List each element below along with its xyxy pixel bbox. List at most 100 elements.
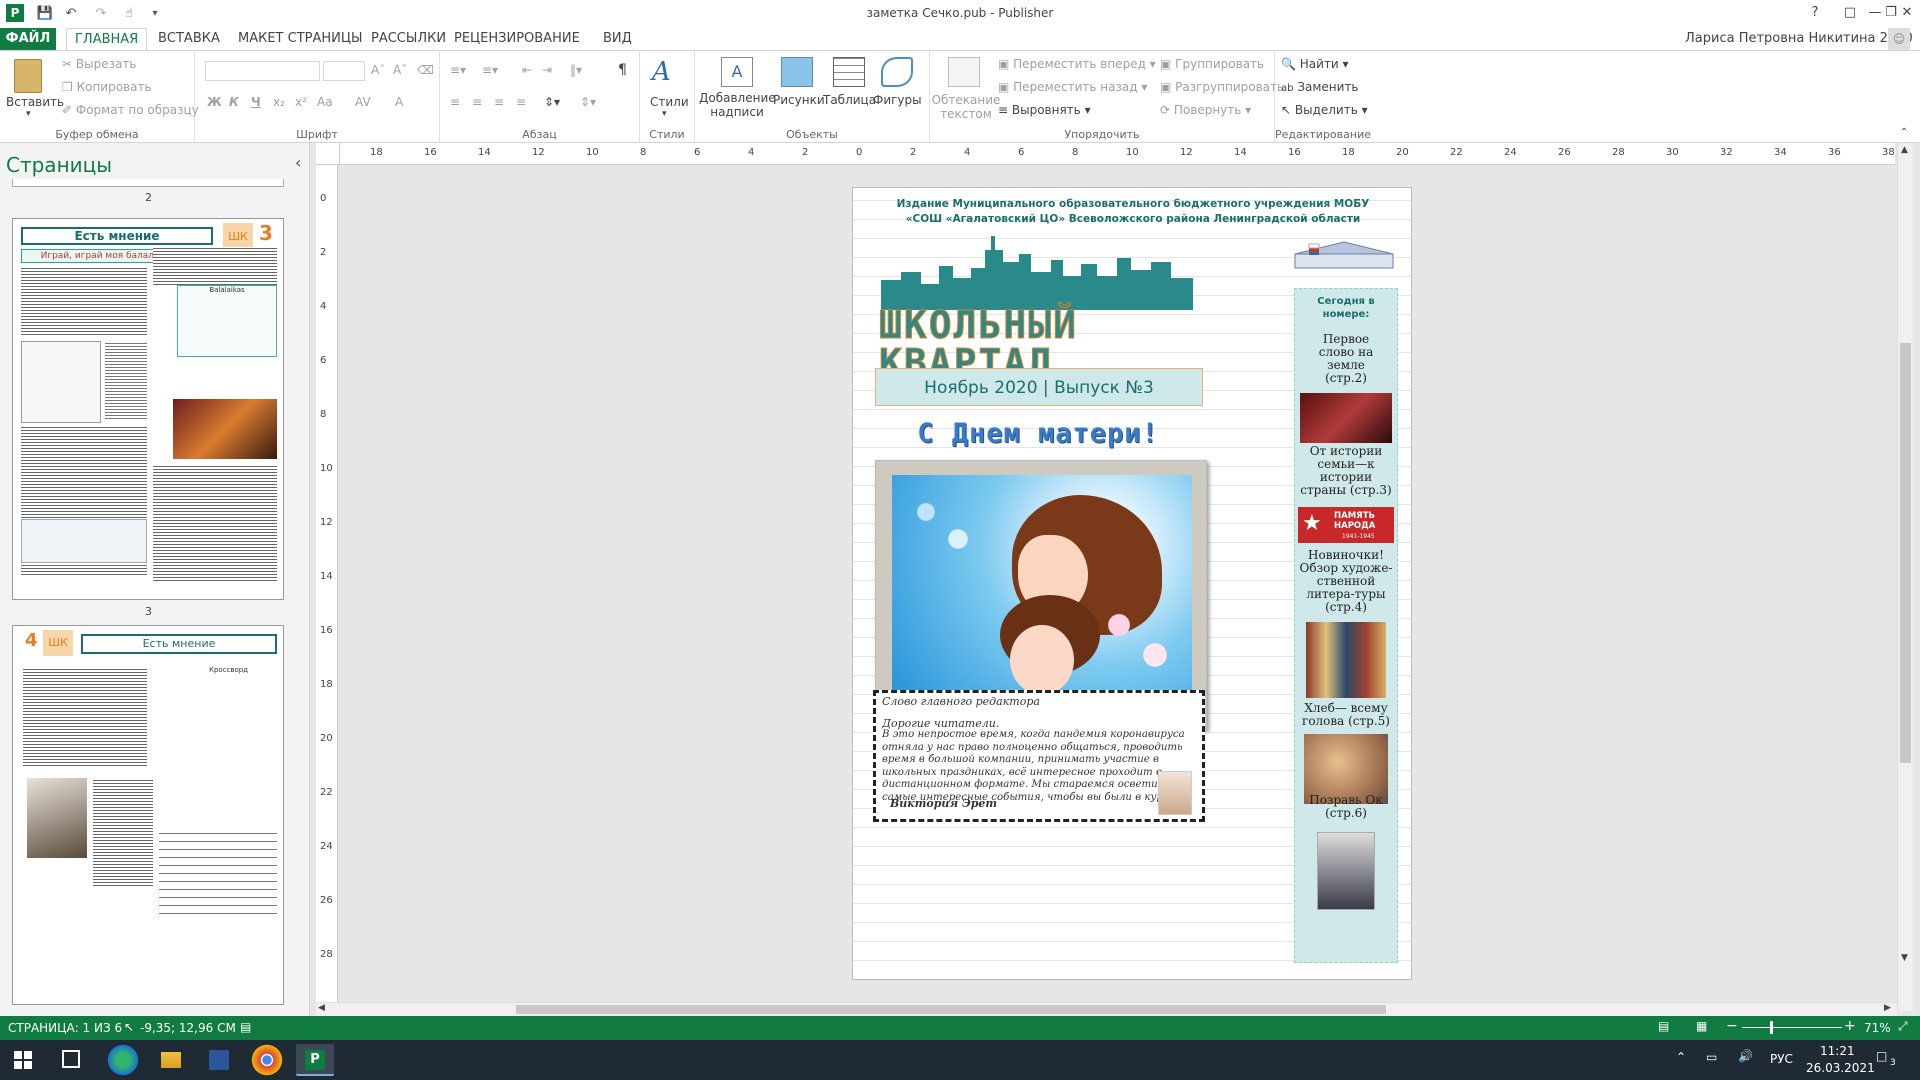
styles-dropdown-icon[interactable]: ▾ [662,109,667,119]
scroll-left-icon[interactable]: ◀ [318,1003,325,1013]
send-backward-button[interactable]: ▣ Переместить назад ▾ [998,80,1147,94]
task-view-icon[interactable] [62,1050,80,1068]
two-page-view-icon[interactable]: ▦ [1696,1019,1707,1033]
styles-button[interactable]: Стили [650,95,689,109]
vertical-scroll-thumb[interactable] [1900,343,1911,763]
page-thumbnail-4[interactable]: 4 ШК Есть мнение Кроссворд [12,625,284,1005]
horizontal-scroll-thumb[interactable] [516,1005,1386,1014]
horizontal-scrollbar[interactable]: ◀ ▶ [316,1002,1897,1016]
paragraph-spacing-icon[interactable]: ⇕▾ [580,95,596,109]
shrink-font-icon[interactable]: Aˇ [393,63,407,77]
select-button[interactable]: ↖ Выделить ▾ [1281,103,1368,117]
table-button[interactable]: Таблица [823,93,876,107]
zoom-slider[interactable] [1742,1027,1842,1028]
pictures-button[interactable]: Рисунки [773,93,825,107]
single-page-view-icon[interactable]: ▤ [1658,1019,1669,1033]
help-button[interactable]: ? [1800,0,1830,28]
notifications-icon[interactable]: □ [1876,1049,1887,1063]
increase-indent-icon[interactable]: ⇥ [542,63,552,77]
subscript-button[interactable]: x₂ [273,95,285,109]
horizontal-ruler[interactable]: 18 16 14 12 10 8 6 4 2 0 2 4 6 8 10 12 14 16 18 20 22 24 26 28 3… [340,143,1895,165]
grow-font-icon[interactable]: Aˆ [371,63,385,77]
show-formatting-button[interactable]: ¶ [618,62,627,78]
tab-home[interactable]: ГЛАВНАЯ [66,28,148,51]
add-textbox-button[interactable]: Добавление надписи [699,91,776,119]
volume-icon[interactable]: 🔊 [1738,1049,1753,1063]
user-avatar-icon[interactable]: ☺ [1888,28,1910,50]
ungroup-button[interactable]: ▣ Разгруппировать [1160,80,1284,94]
publisher-taskbar-icon[interactable]: P [296,1044,334,1076]
font-size-field[interactable] [323,61,365,81]
styles-icon[interactable]: A [652,57,671,87]
vertical-scrollbar[interactable]: ▲ ▼ [1897,143,1913,1011]
file-explorer-icon[interactable] [152,1044,190,1076]
superscript-button[interactable]: x² [295,95,307,109]
input-language[interactable]: РУС [1770,1052,1793,1066]
bold-button[interactable]: Ж [207,95,222,109]
line-spacing-icon[interactable]: ⇕▾ [544,95,560,109]
user-name[interactable]: Лариса Петровна Никитина 2020 [1685,31,1913,46]
tab-review[interactable]: РЕЦЕНЗИРОВАНИЕ [446,28,588,50]
paste-button[interactable]: Вставить [6,95,64,109]
zoom-out-icon[interactable]: − [1726,1018,1738,1034]
collapse-ribbon-icon[interactable]: ⌃ [1900,127,1908,138]
shapes-button[interactable]: Фигуры [873,93,922,107]
tab-view[interactable]: ВИД [595,28,640,50]
table-icon[interactable] [833,57,865,87]
character-spacing-button[interactable]: AV [355,95,371,109]
clock-date[interactable]: 26.03.2021 [1806,1061,1875,1075]
copy-button[interactable]: ❐ Копировать [62,80,152,94]
pages-pane-collapse-icon[interactable]: ‹ [295,153,301,172]
close-button[interactable]: ✕ [1892,0,1920,28]
find-button[interactable]: 🔍 Найти ▾ [1281,57,1349,71]
tab-page-design[interactable]: МАКЕТ СТРАНИЦЫ [230,28,370,50]
font-color-button[interactable]: A [395,95,403,109]
zoom-level[interactable]: 71% [1864,1021,1891,1035]
fit-page-icon[interactable]: ⤢ [1898,1019,1908,1034]
clock-time[interactable]: 11:21 [1820,1044,1855,1058]
align-left-icon[interactable]: ≡ [450,95,460,109]
word-icon[interactable] [200,1044,238,1076]
tab-file[interactable]: ФАЙЛ [0,28,56,50]
format-painter-button[interactable]: ✐ Формат по образцу [62,103,199,117]
tab-insert[interactable]: ВСТАВКА [150,28,228,50]
vertical-ruler[interactable]: 024681012141618202224262830 [316,165,338,1014]
edge-icon[interactable] [104,1044,142,1076]
page-thumb-2-bottom[interactable] [12,179,284,187]
paste-icon[interactable] [14,59,42,93]
windows-start-icon[interactable] [14,1051,32,1069]
wrap-text-icon[interactable] [948,57,980,87]
clear-format-icon[interactable]: ⌫ [417,63,434,77]
align-button[interactable]: ≡ Выровнять ▾ [998,103,1091,117]
align-right-icon[interactable]: ≡ [494,95,504,109]
textbox-icon[interactable]: A [721,57,753,87]
scroll-up-icon[interactable]: ▲ [1901,145,1908,155]
bullets-icon[interactable]: ≡▾ [450,63,466,77]
change-case-button[interactable]: Aa [317,95,333,109]
tray-chevron-icon[interactable]: ⌃ [1676,1050,1686,1064]
publication-page[interactable]: Издание Муниципального образовательного … [852,187,1412,980]
pictures-icon[interactable] [781,57,813,87]
replace-button[interactable]: ab Заменить [1281,80,1359,94]
network-icon[interactable]: ▭ [1706,1050,1717,1064]
paste-dropdown-icon[interactable]: ▾ [26,109,31,119]
underline-button[interactable]: Ч [251,95,261,109]
chrome-icon[interactable] [248,1044,286,1076]
group-button[interactable]: ▣ Группировать [1160,57,1264,71]
decrease-indent-icon[interactable]: ⇤ [522,63,532,77]
zoom-slider-thumb[interactable] [1770,1021,1773,1034]
scroll-down-icon[interactable]: ▼ [1901,953,1908,963]
page-indicator[interactable]: СТРАНИЦА: 1 ИЗ 6 [8,1021,122,1035]
justify-icon[interactable]: ≡ [516,95,526,109]
scroll-right-icon[interactable]: ▶ [1884,1003,1891,1013]
italic-button[interactable]: К [229,95,239,109]
font-name-field[interactable] [205,61,320,81]
wrap-text-button[interactable]: Обтекание текстом [930,93,1002,121]
rotate-button[interactable]: ⟳ Повернуть ▾ [1160,103,1251,117]
bring-forward-button[interactable]: ▣ Переместить вперед ▾ [998,57,1156,71]
cut-button[interactable]: ✂ Вырезать [62,57,136,71]
tab-mailings[interactable]: РАССЫЛКИ [363,28,454,50]
numbering-icon[interactable]: ≡▾ [482,63,498,77]
align-center-icon[interactable]: ≡ [472,95,482,109]
zoom-in-icon[interactable]: + [1844,1018,1856,1034]
